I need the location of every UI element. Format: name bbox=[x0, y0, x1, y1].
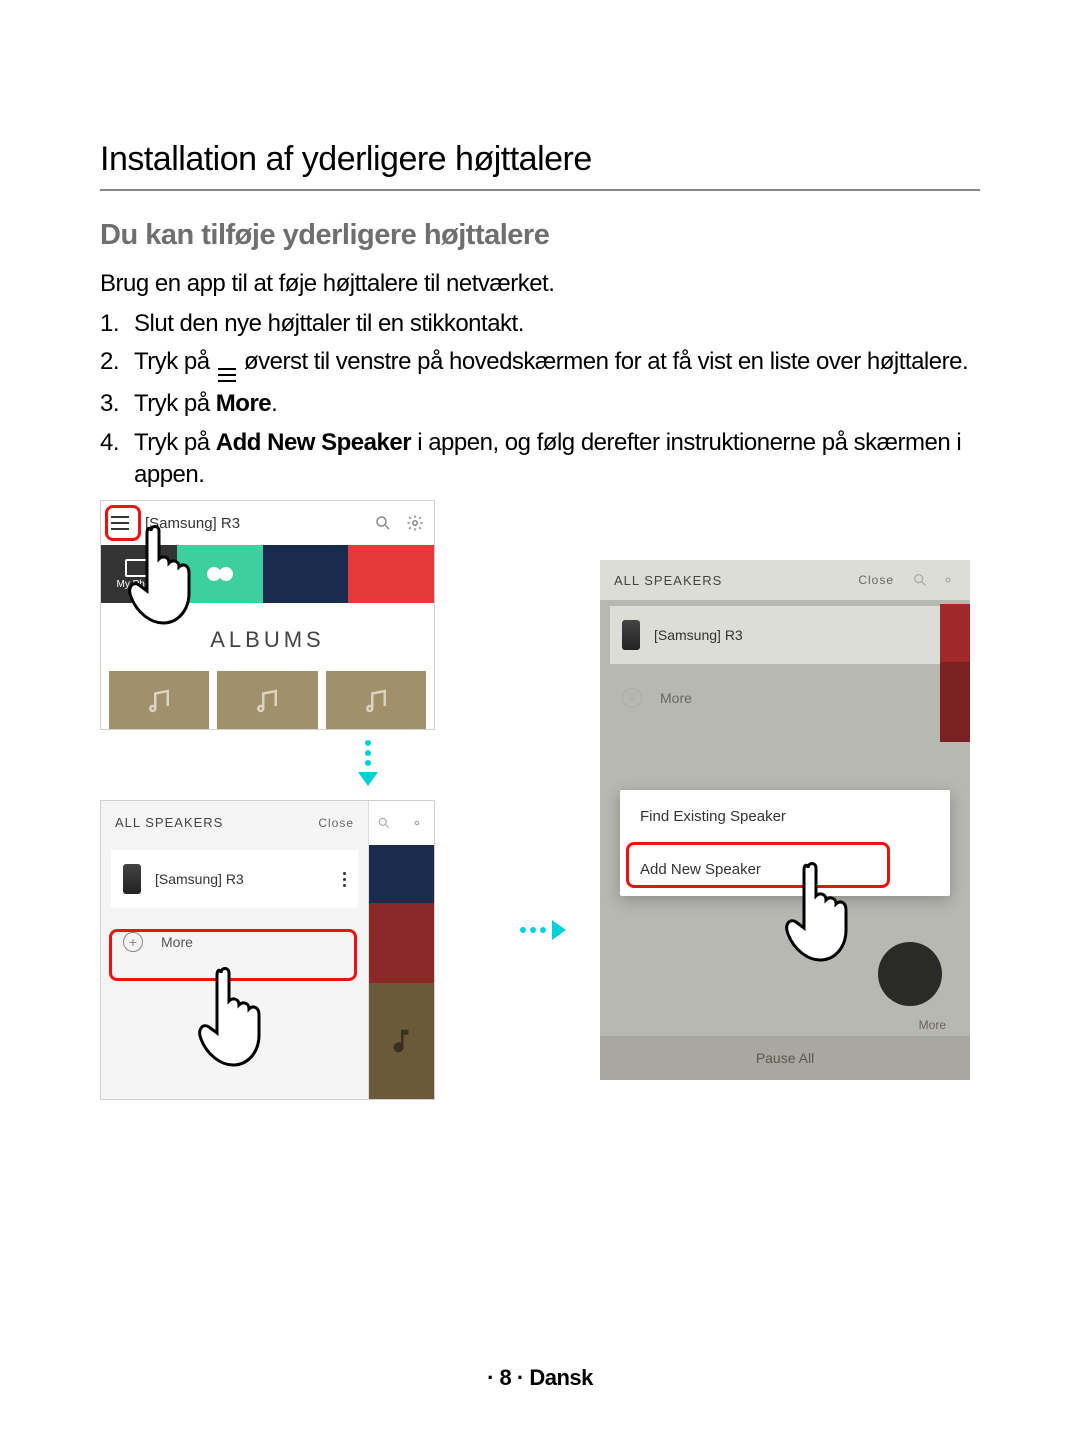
speaker-item[interactable]: [Samsung] R3 bbox=[610, 606, 960, 664]
search-icon[interactable] bbox=[374, 514, 392, 532]
plus-icon: + bbox=[123, 932, 143, 952]
step-4: Tryk på Add New Speaker i appen, og følg… bbox=[100, 427, 980, 492]
screenshot-popup: ALL SPEAKERS Close [Samsung] R3 + More F… bbox=[600, 560, 970, 1080]
page-footer: · 8 · Dansk bbox=[0, 1365, 1080, 1391]
step-2: Tryk på øverst til venstre på hovedskærm… bbox=[100, 346, 980, 382]
step-1: Slut den nye højttaler til en stikkontak… bbox=[100, 308, 980, 340]
speaker-name: [Samsung] R3 bbox=[155, 871, 244, 887]
pointer-hand-icon bbox=[778, 856, 878, 966]
album-tile[interactable] bbox=[326, 671, 426, 730]
drawer-title: ALL SPEAKERS bbox=[115, 815, 223, 830]
more-row[interactable]: + More bbox=[610, 674, 960, 722]
music-note-icon bbox=[386, 1026, 416, 1056]
more-label: More bbox=[660, 690, 692, 706]
source-tile-red[interactable] bbox=[348, 545, 434, 603]
step-4-a: Tryk på bbox=[134, 429, 216, 456]
steps-list: Slut den nye højttaler til en stikkontak… bbox=[100, 308, 980, 492]
intro-text: Brug en app til at føje højttalere til n… bbox=[100, 270, 980, 298]
step-3-a: Tryk på bbox=[134, 390, 216, 417]
pointer-hand-icon bbox=[191, 961, 291, 1071]
arrow-right-icon bbox=[520, 920, 566, 940]
close-button[interactable]: Close bbox=[318, 816, 354, 830]
album-tile[interactable] bbox=[217, 671, 317, 730]
search-icon bbox=[377, 816, 391, 830]
more-options-icon[interactable] bbox=[343, 872, 346, 887]
close-button[interactable]: Close bbox=[858, 573, 894, 587]
screenshot-home: [Samsung] R3 My Phone ALBUMS bbox=[100, 500, 435, 730]
page-subtitle: Du kan tilføje yderligere højttalere bbox=[100, 219, 980, 252]
more-row[interactable]: + More bbox=[111, 918, 358, 966]
speaker-name: [Samsung] R3 bbox=[654, 627, 743, 643]
gear-icon bbox=[410, 816, 424, 830]
speaker-icon bbox=[622, 620, 640, 650]
step-3: Tryk på More. bbox=[100, 388, 980, 420]
fab-label: More bbox=[919, 1018, 946, 1032]
page-title: Installation af yderligere højttalere bbox=[100, 140, 980, 191]
step-3-c: . bbox=[271, 390, 277, 417]
source-tile-navy[interactable] bbox=[263, 545, 349, 603]
arrow-down-icon bbox=[358, 740, 378, 786]
fab-button[interactable] bbox=[878, 942, 942, 1006]
album-row bbox=[101, 671, 434, 715]
speaker-icon bbox=[123, 864, 141, 894]
gear-icon[interactable] bbox=[406, 514, 424, 532]
screenshot-drawer: ALL SPEAKERS Close [Samsung] R3 + More bbox=[100, 800, 435, 1100]
step-4-bold: Add New Speaker bbox=[216, 429, 411, 456]
speaker-item[interactable]: [Samsung] R3 bbox=[111, 850, 358, 908]
hamburger-icon bbox=[218, 368, 236, 382]
step-2-a: Tryk på bbox=[134, 348, 216, 375]
find-existing-option[interactable]: Find Existing Speaker bbox=[620, 790, 950, 843]
drawer-title: ALL SPEAKERS bbox=[614, 573, 722, 588]
step-3-bold: More bbox=[216, 390, 271, 417]
background-strip bbox=[367, 801, 434, 1099]
pause-all-button[interactable]: Pause All bbox=[600, 1036, 970, 1080]
step-2-b: øverst til venstre på hovedskærmen for a… bbox=[244, 348, 968, 375]
plus-icon: + bbox=[622, 688, 642, 708]
pointer-hand-icon bbox=[121, 519, 221, 629]
more-label: More bbox=[161, 934, 193, 950]
background-strip bbox=[940, 560, 970, 760]
search-icon bbox=[912, 572, 928, 588]
album-tile[interactable] bbox=[109, 671, 209, 730]
